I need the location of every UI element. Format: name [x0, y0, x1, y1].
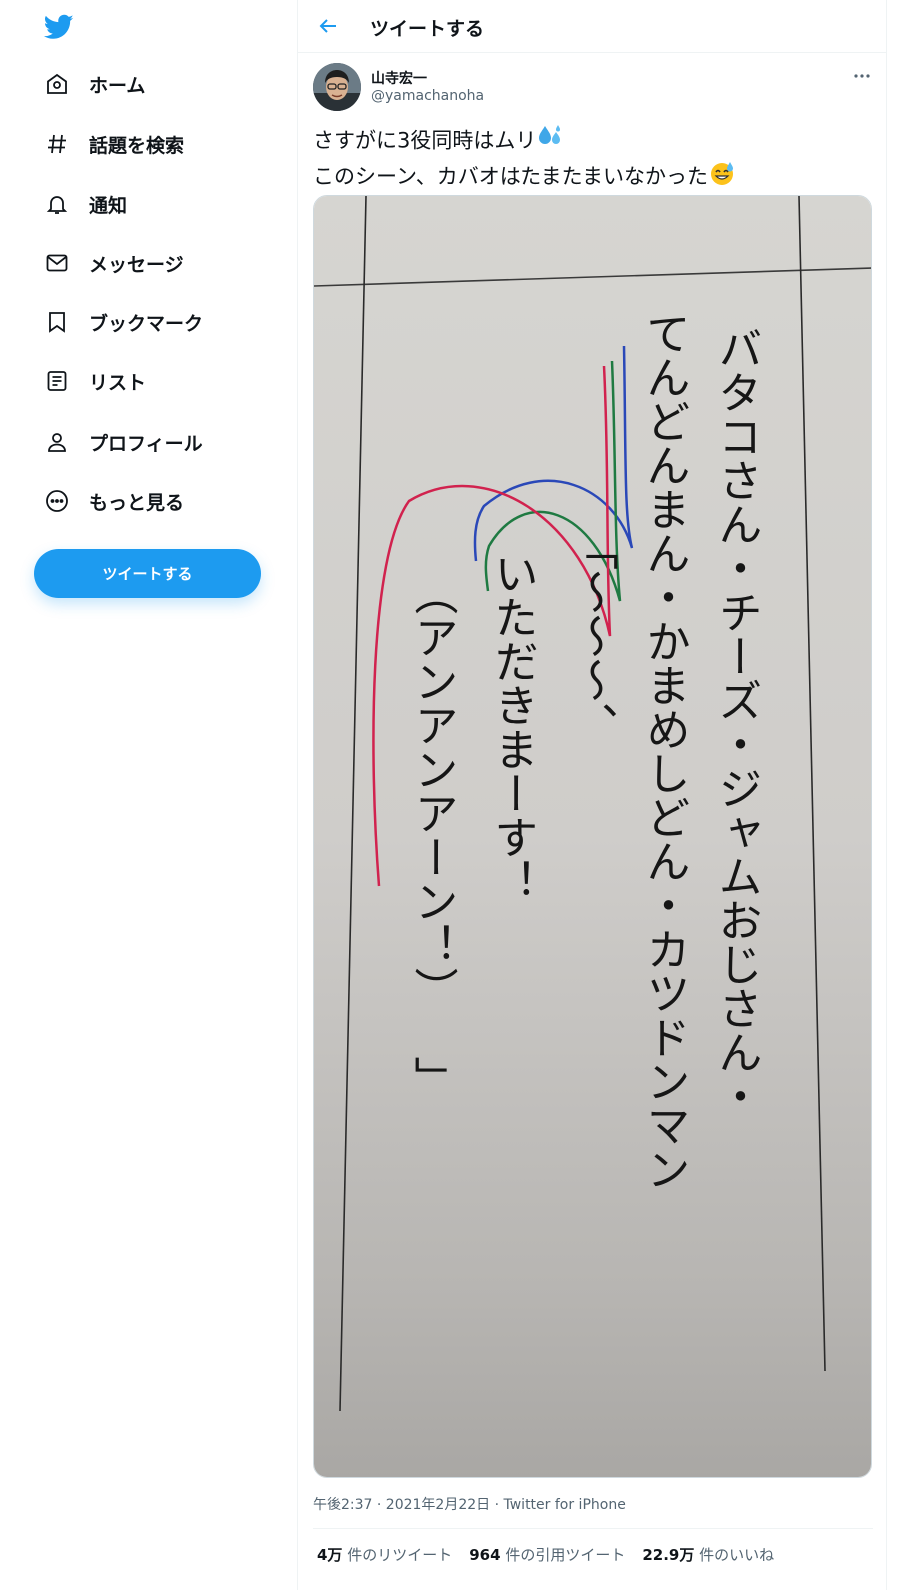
photo-text-col2: てんどんまん・かまめしどん・カツドンマン	[639, 311, 690, 1191]
back-arrow-icon[interactable]	[316, 14, 340, 38]
quotes-count: 964	[469, 1546, 501, 1564]
header: ツイートする	[298, 0, 886, 53]
retweets-stat[interactable]: 4万 件のリツイート	[317, 1544, 452, 1565]
tweet-text: さすがに3役同時はムリ このシーン、カバオはたまたまいなかった	[313, 124, 873, 196]
nav-profile[interactable]: プロフィール	[44, 422, 203, 462]
twitter-bird-icon[interactable]	[43, 12, 75, 42]
hashtag-icon	[44, 131, 70, 157]
sweat-droplets-emoji	[536, 124, 564, 159]
tweet-text-line2: このシーン、カバオはたまたまいなかった	[313, 164, 709, 189]
nav-home[interactable]: ホーム	[44, 64, 145, 104]
likes-label: 件のいいね	[699, 1546, 775, 1564]
photo-text-col5: （アンアンアーン！）	[407, 571, 458, 1011]
home-icon	[44, 71, 70, 97]
list-icon	[44, 368, 70, 394]
tweet-text-line1: さすがに3役同時はムリ	[313, 128, 537, 153]
nav-notifications-label: 通知	[89, 194, 128, 217]
photo-text-col3: 「〜〜〜、	[567, 526, 618, 746]
sidebar: ホーム 話題を検索 通知 メッセージ ブックマーク リスト プロフィール もっと…	[0, 0, 297, 1590]
quotes-label: 件の引用ツイート	[505, 1546, 626, 1564]
nav-explore[interactable]: 話題を検索	[44, 124, 184, 164]
nav-messages[interactable]: メッセージ	[44, 243, 184, 283]
nav-more-label: もっと見る	[89, 491, 185, 514]
nav-profile-label: プロフィール	[89, 432, 203, 455]
nav-explore-label: 話題を検索	[89, 134, 185, 157]
nav-lists-label: リスト	[89, 371, 147, 394]
main-column: ツイートする 山寺宏一 @yamachanoha さすがに3役同時はムリ このシ…	[297, 0, 887, 1590]
photo-text-col1: バタコさん・チーズ・ジャムおじさん・	[711, 326, 762, 1118]
person-icon	[44, 429, 70, 455]
tweet-stats: 4万 件のリツイート 964 件の引用ツイート 22.9万 件のいいね	[317, 1544, 791, 1565]
nav-notifications[interactable]: 通知	[44, 184, 127, 224]
nav-bookmarks[interactable]: ブックマーク	[44, 302, 203, 342]
retweets-count: 4万	[317, 1546, 343, 1564]
avatar[interactable]	[313, 63, 361, 111]
photo-text-col6: 」	[407, 1056, 458, 1100]
likes-stat[interactable]: 22.9万 件のいいね	[642, 1544, 774, 1565]
more-circle-icon	[44, 488, 70, 514]
author-handle[interactable]: @yamachanoha	[371, 88, 484, 104]
divider	[313, 1528, 873, 1529]
quotes-stat[interactable]: 964 件の引用ツイート	[469, 1544, 625, 1565]
bell-icon	[44, 191, 70, 217]
likes-count: 22.9万	[642, 1546, 695, 1564]
nav-home-label: ホーム	[89, 74, 146, 97]
tweet-photo[interactable]: バタコさん・チーズ・ジャムおじさん・ てんどんまん・かまめしどん・カツドンマン …	[313, 195, 872, 1478]
retweets-label: 件のリツイート	[347, 1546, 453, 1564]
nav-lists[interactable]: リスト	[44, 361, 146, 401]
nav-bookmarks-label: ブックマーク	[89, 312, 204, 335]
nav-messages-label: メッセージ	[89, 253, 184, 276]
author-name[interactable]: 山寺宏一	[371, 68, 427, 88]
mail-icon	[44, 250, 70, 276]
bookmark-icon	[44, 309, 70, 335]
tweet-timestamp[interactable]: 午後2:37 · 2021年2月22日 · Twitter for iPhone	[313, 1494, 626, 1514]
more-options-icon[interactable]	[850, 66, 874, 86]
nav-more[interactable]: もっと見る	[44, 481, 184, 521]
photo-text-col4: いただきまーす！	[487, 551, 538, 903]
compose-tweet-button[interactable]: ツイートする	[34, 549, 261, 598]
page-title: ツイートする	[370, 18, 485, 40]
grinning-sweat-emoji	[708, 159, 736, 196]
